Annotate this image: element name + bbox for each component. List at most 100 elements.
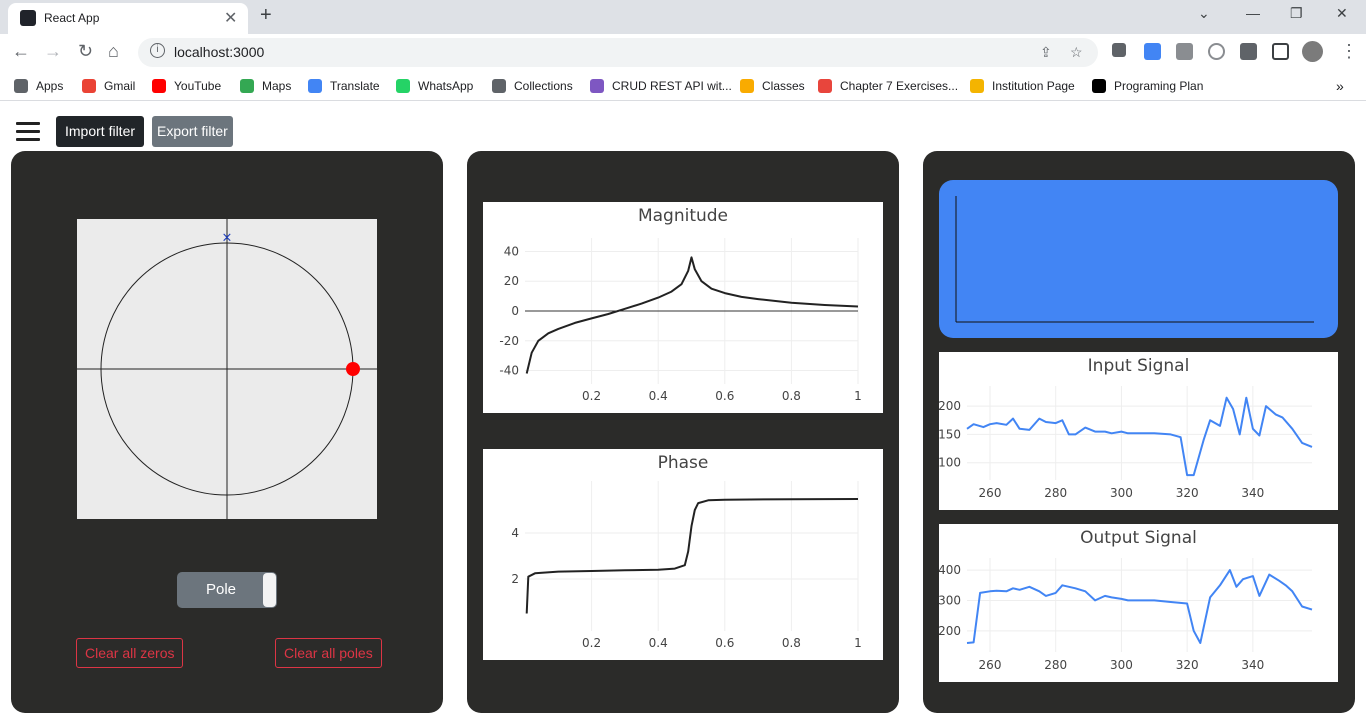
y-tick-label: 200	[939, 624, 961, 638]
zplane-canvas[interactable]: ×	[77, 219, 377, 519]
hamburger-menu-icon[interactable]	[16, 122, 40, 142]
x-tick-label: 0.4	[649, 389, 668, 403]
x-tick-label: 0.8	[782, 389, 801, 403]
side-panel-icon[interactable]	[1272, 43, 1289, 60]
y-tick-label: -40	[499, 364, 519, 378]
series-line[interactable]	[966, 396, 1313, 477]
y-tick-label: 0	[511, 304, 519, 318]
y-tick-label: 20	[504, 274, 519, 288]
bookmark-classes[interactable]: Classes	[740, 77, 805, 95]
bookmark-apps[interactable]: Apps	[14, 77, 63, 95]
x-tick-label: 300	[1110, 486, 1133, 500]
toggle-knob[interactable]	[263, 573, 276, 607]
bookmark-collections[interactable]: Collections	[492, 77, 573, 95]
browser-tab[interactable]: React App ✕	[8, 3, 248, 34]
y-tick-label: -20	[499, 334, 519, 348]
toggle-label: Pole	[205, 581, 237, 598]
translate-extension-icon[interactable]	[1144, 43, 1161, 60]
clear-all-zeros-button[interactable]: Clear all zeros	[76, 638, 184, 668]
bookmark-label: Apps	[36, 79, 64, 93]
frequency-response-panel: Magnitude 0.2 0.4 0.6 0.8 1 40 20 0 -20 -40 Phase 0…	[467, 151, 899, 713]
site-info-icon[interactable]: i	[150, 43, 165, 58]
bookmark-whatsapp[interactable]: WhatsApp	[396, 77, 473, 95]
bookmark-crud-rest-api-wit[interactable]: CRUD REST API wit...	[590, 77, 732, 95]
plot-svg[interactable]: 260 280 300 320 340 200 150 100	[939, 352, 1338, 510]
series-line[interactable]	[525, 256, 859, 374]
compass-extension-icon[interactable]	[1208, 43, 1225, 60]
bookmark-programing-plan[interactable]: Programing Plan	[1092, 77, 1203, 95]
series-line[interactable]	[525, 498, 859, 614]
tab-search-chevron-icon[interactable]: ⌄	[1198, 5, 1210, 22]
bookmark-translate[interactable]: Translate	[308, 77, 380, 95]
bookmark-label: Maps	[262, 79, 292, 93]
address-bar[interactable]: i localhost:3000 ⇪ ☆	[138, 38, 1098, 67]
eyedropper-extension-icon[interactable]	[1112, 43, 1126, 57]
x-tick-label: 0.8	[782, 636, 801, 650]
close-window-icon[interactable]: ✕	[1336, 5, 1348, 22]
url-text[interactable]: localhost:3000	[174, 44, 264, 60]
y-tick-label: 100	[939, 456, 961, 470]
classes-icon	[740, 79, 754, 93]
forward-arrow-icon[interactable]: →	[44, 41, 62, 62]
gmail-icon	[82, 79, 96, 93]
zero-marker[interactable]	[346, 362, 360, 376]
bookmark-chapter-7-exercises[interactable]: Chapter 7 Exercises...	[818, 77, 958, 95]
bookmark-label: WhatsApp	[418, 79, 474, 93]
collections-icon	[492, 79, 506, 93]
minimize-icon[interactable]: —	[1246, 5, 1260, 21]
phase-plot[interactable]: Phase 0.2 0.4 0.6 0.8 1 4 2	[483, 449, 883, 660]
react-favicon-icon	[20, 10, 36, 26]
bookmark-label: Chapter 7 Exercises...	[840, 79, 959, 93]
home-icon[interactable]: ⌂	[108, 41, 119, 62]
translate-icon	[308, 79, 322, 93]
whatsapp-icon	[396, 79, 410, 93]
youtube-icon	[152, 79, 166, 93]
bookmark-star-icon[interactable]: ☆	[1070, 44, 1083, 61]
clear-all-poles-button[interactable]: Clear all poles	[275, 638, 382, 668]
x-tick-label: 1	[854, 389, 862, 403]
new-tab-plus-icon[interactable]: +	[260, 4, 272, 27]
export-filter-button[interactable]: Export filter	[152, 116, 233, 147]
bookmark-youtube[interactable]: YouTube	[152, 77, 221, 95]
extensions-puzzle-icon[interactable]	[1240, 43, 1257, 60]
y-tick-label: 300	[939, 593, 961, 607]
y-tick-label: 4	[511, 526, 519, 540]
plot-svg[interactable]: 0.2 0.4 0.6 0.8 1 40 20 0 -20 -40	[483, 202, 883, 413]
plot-svg[interactable]: 260 280 300 320 340 400 300 200	[939, 524, 1338, 682]
import-filter-button[interactable]: Import filter	[56, 116, 145, 147]
bookmark-label: Institution Page	[992, 79, 1075, 93]
input-signal-plot[interactable]: Input Signal 260 280 300 320 340 200 150 100	[939, 352, 1338, 510]
output-signal-plot[interactable]: Output Signal 260 280 300 320 340 400 300 200	[939, 524, 1338, 682]
signal-drawing-pad[interactable]	[939, 180, 1338, 338]
notion-icon	[1092, 79, 1106, 93]
bookmarks-bar: Apps Gmail YouTube Maps Translate WhatsApp Col…	[0, 71, 1366, 101]
x-tick-label: 340	[1241, 486, 1264, 500]
tab-title: React App	[44, 11, 100, 25]
series-line[interactable]	[966, 569, 1313, 644]
tab-close-icon[interactable]: ✕	[224, 8, 237, 28]
bookmark-label: Programing Plan	[1114, 79, 1204, 93]
x-tick-label: 0.6	[715, 636, 734, 650]
restore-icon[interactable]: ❐	[1290, 5, 1303, 22]
profile-avatar[interactable]	[1302, 41, 1323, 62]
bookmark-maps[interactable]: Maps	[240, 77, 291, 95]
x-tick-label: 1	[854, 636, 862, 650]
office-extension-icon[interactable]	[1176, 43, 1193, 60]
x-tick-label: 260	[979, 486, 1002, 500]
reload-icon[interactable]: ↻	[78, 41, 93, 62]
x-tick-label: 300	[1110, 658, 1133, 672]
magnitude-plot[interactable]: Magnitude 0.2 0.4 0.6 0.8 1 40 20 0 -20 -40	[483, 202, 883, 413]
y-tick-label: 40	[504, 244, 519, 258]
share-icon[interactable]: ⇪	[1040, 44, 1052, 61]
bookmark-institution-page[interactable]: Institution Page	[970, 77, 1075, 95]
pole-zero-toggle[interactable]: Pole	[177, 572, 277, 608]
pole-marker[interactable]: ×	[222, 231, 233, 246]
back-arrow-icon[interactable]: ←	[12, 41, 30, 62]
bookmark-gmail[interactable]: Gmail	[82, 77, 135, 95]
signal-panel: Input Signal 260 280 300 320 340 200 150 100 Out…	[923, 151, 1355, 713]
browser-menu-icon[interactable]: ⋮	[1340, 41, 1358, 62]
more-bookmarks-chevron-icon[interactable]: »	[1336, 77, 1344, 95]
app-root: Import filter Export filter × Pole Clear…	[0, 102, 1366, 728]
plot-svg[interactable]: 0.2 0.4 0.6 0.8 1 4 2	[483, 449, 883, 660]
browser-tabstrip: React App ✕ + ⌄ — ❐ ✕	[0, 0, 1366, 34]
